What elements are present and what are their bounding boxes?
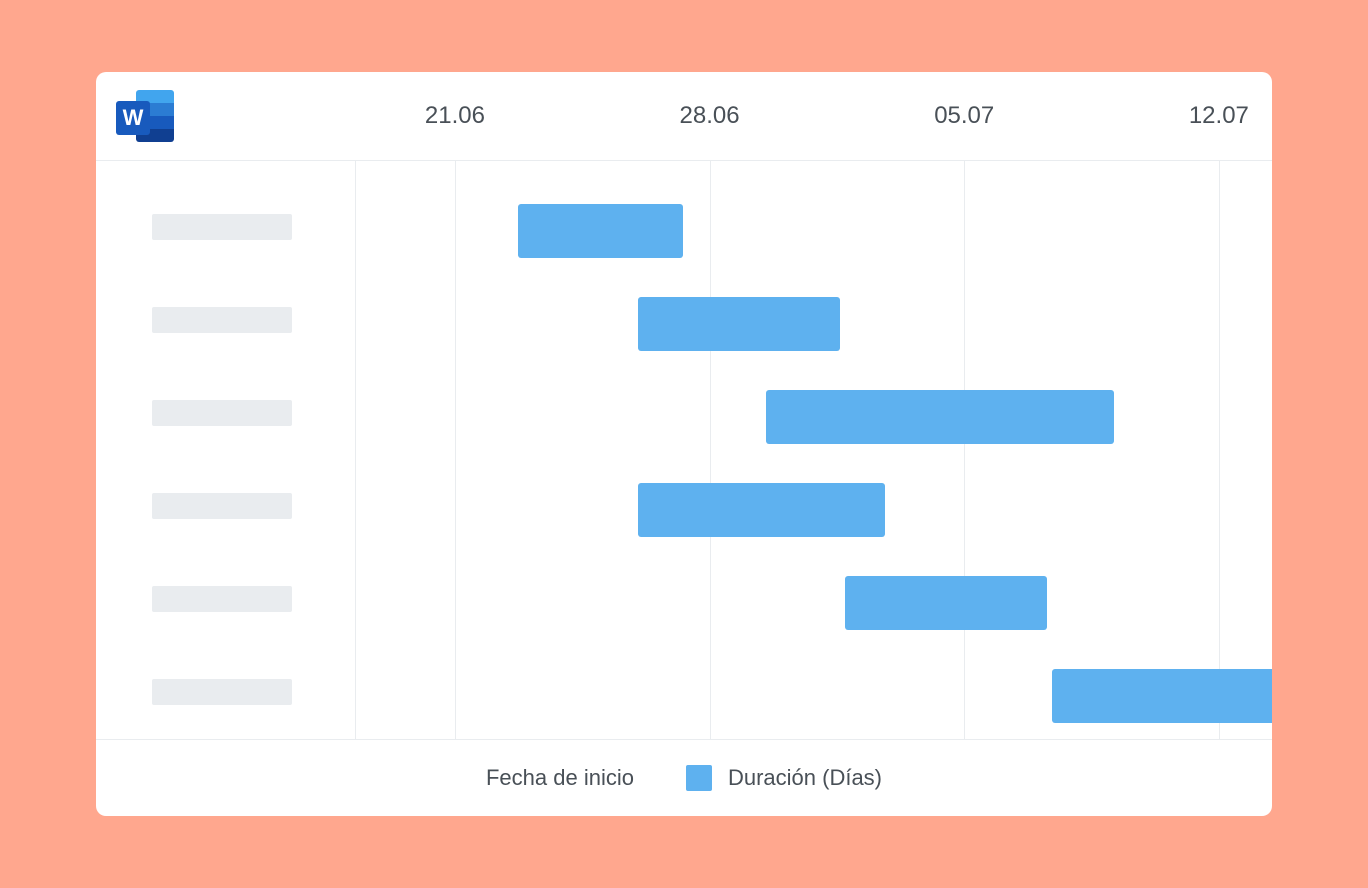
task-row [96, 553, 355, 646]
gantt-body [96, 161, 1272, 739]
bar-row [356, 274, 1272, 367]
bar-row [356, 646, 1272, 739]
task-placeholder [152, 307, 292, 333]
legend-label: Fecha de inicio [486, 765, 634, 791]
legend-label: Duración (Días) [728, 765, 882, 791]
bar-row [356, 367, 1272, 460]
gantt-bar [766, 390, 1114, 444]
bar-row [356, 553, 1272, 646]
bars-wrap [356, 181, 1272, 739]
legend-swatch [686, 765, 712, 791]
word-icon: W [116, 87, 174, 145]
date-tick: 28.06 [680, 102, 740, 130]
task-row [96, 646, 355, 739]
task-placeholder [152, 493, 292, 519]
date-tick: 21.06 [425, 102, 485, 130]
gantt-bar [518, 204, 683, 258]
gantt-bar [638, 297, 840, 351]
app-icon-cell: W [96, 87, 356, 145]
gantt-bar [1052, 669, 1272, 723]
gantt-bar [638, 483, 885, 537]
date-tick: 12.07 [1189, 102, 1249, 130]
task-row [96, 460, 355, 553]
task-placeholder [152, 586, 292, 612]
bar-row [356, 460, 1272, 553]
legend-item-start: Fecha de inicio [486, 765, 634, 791]
gantt-card: W 21.06 28.06 05.07 12.07 Fecha [96, 72, 1272, 816]
task-column [96, 161, 356, 739]
date-tick: 05.07 [934, 102, 994, 130]
task-row [96, 181, 355, 274]
task-placeholder [152, 400, 292, 426]
chart-area [356, 161, 1272, 739]
task-row [96, 274, 355, 367]
gantt-bar [845, 576, 1047, 630]
legend: Fecha de inicio Duración (Días) [96, 739, 1272, 816]
bar-row [356, 181, 1272, 274]
gantt-header: W 21.06 28.06 05.07 12.07 [96, 72, 1272, 161]
task-row [96, 367, 355, 460]
task-placeholder [152, 679, 292, 705]
legend-item-duration: Duración (Días) [686, 765, 882, 791]
task-placeholder [152, 214, 292, 240]
date-axis: 21.06 28.06 05.07 12.07 [356, 72, 1272, 160]
